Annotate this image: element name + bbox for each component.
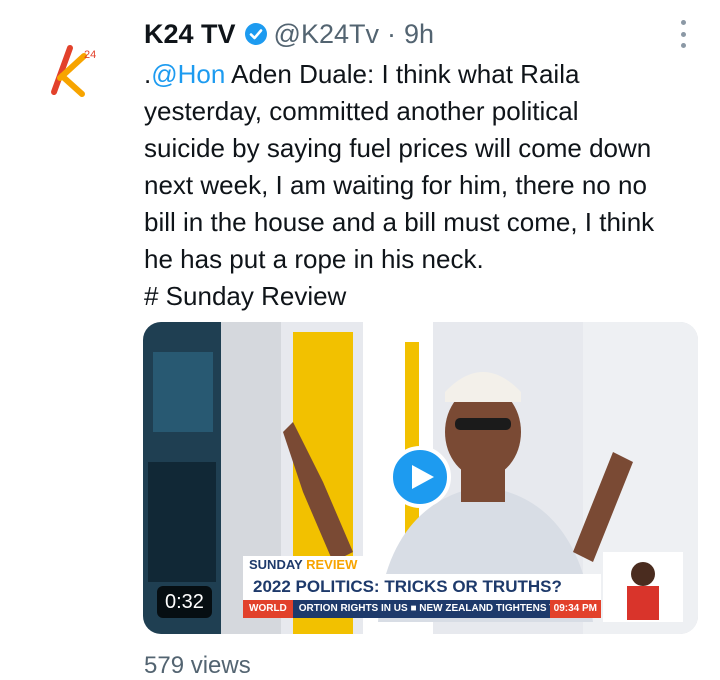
tweet-line: suicide by saying fuel prices will come … bbox=[144, 133, 652, 163]
ticker-text: ORTION RIGHTS IN US ■ NEW ZEALAND TIGHTE… bbox=[298, 603, 589, 614]
ticker-clock: 09:34 PM bbox=[549, 600, 601, 618]
separator-dot: · bbox=[387, 18, 396, 49]
logo-superscript: 24 bbox=[84, 49, 96, 61]
more-options-icon[interactable] bbox=[678, 20, 688, 48]
user-handle[interactable]: @K24Tv bbox=[274, 19, 379, 50]
video-duration: 0:32 bbox=[157, 586, 212, 618]
k24-logo-icon: 24 bbox=[51, 45, 96, 97]
video-headline: 2022 POLITICS: TRICKS OR TRUTHS? bbox=[243, 574, 601, 600]
hashtag-line: # Sunday Review bbox=[144, 281, 347, 311]
show-label: SUNDAY REVIEW bbox=[243, 556, 364, 574]
tweet-line: bill in the house and a bill must come, … bbox=[144, 207, 655, 237]
profile-avatar[interactable]: 24 bbox=[40, 38, 104, 102]
play-icon[interactable] bbox=[389, 446, 451, 508]
tweet-header: K24 TV @K24Tv · 9h bbox=[144, 16, 434, 52]
mention-link[interactable]: @Hon bbox=[151, 59, 225, 89]
tweet-line: .@Hon Aden Duale: I think what Raila bbox=[144, 56, 704, 93]
ticker-tag: WORLD bbox=[243, 600, 293, 618]
view-count: 579 views bbox=[144, 652, 251, 679]
tweet-text: .@Hon Aden Duale: I think what Raila yes… bbox=[144, 56, 704, 315]
tweet-timestamp[interactable]: 9h bbox=[404, 19, 434, 50]
text-segment: Aden Duale: I think what Raila bbox=[225, 59, 580, 89]
tweet-line: he has put a rope in his neck. bbox=[144, 244, 484, 274]
news-ticker: WORLD ORTION RIGHTS IN US ■ NEW ZEALAND T… bbox=[243, 600, 601, 618]
display-name[interactable]: K24 TV bbox=[144, 19, 236, 50]
tweet-line: next week, I am waiting for him, there n… bbox=[144, 170, 647, 200]
tweet-line: yesterday, committed another political bbox=[144, 96, 579, 126]
verified-badge-icon bbox=[244, 22, 268, 46]
